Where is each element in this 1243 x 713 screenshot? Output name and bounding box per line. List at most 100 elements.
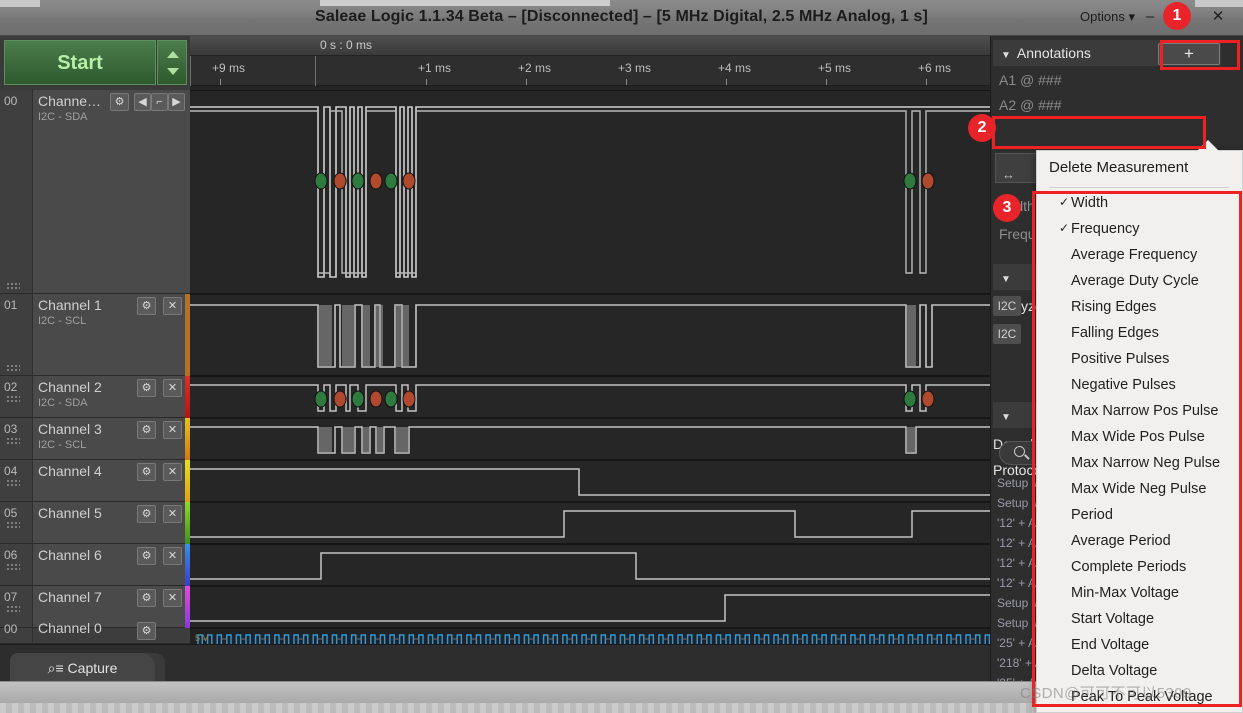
gear-icon[interactable]: ⚙ bbox=[137, 463, 156, 481]
close-icon[interactable]: ✕ bbox=[163, 505, 182, 523]
waveform-pane[interactable]: 5 V bbox=[190, 86, 990, 644]
drag-handle[interactable] bbox=[6, 437, 20, 445]
capture-tab[interactable]: ⌕≡ Capture bbox=[10, 653, 155, 683]
measurement-dropdown-menu[interactable]: Delete Measurement ✓ Width ✓ Frequency Avera… bbox=[1036, 150, 1243, 713]
sidebar-item-channel-00[interactable]: 00 Channe… I2C - SDA ⚙ ◀ ⌐ ▶ bbox=[0, 90, 190, 294]
stepper-up-icon[interactable] bbox=[167, 51, 179, 58]
dropdown-menu-item[interactable]: Falling Edges bbox=[1071, 325, 1159, 341]
chevron-down-icon[interactable]: ▼ bbox=[1001, 267, 1011, 293]
waveform-row-channel-00[interactable] bbox=[190, 90, 990, 294]
dropdown-header[interactable]: Delete Measurement bbox=[1049, 159, 1188, 176]
waveform-row-channel-02[interactable] bbox=[190, 376, 990, 418]
sidebar-item-channel-05[interactable]: 05 Channel 5 ⚙ ✕ bbox=[0, 502, 190, 544]
close-icon[interactable]: ✕ bbox=[163, 379, 182, 397]
close-button[interactable]: ✕ bbox=[1204, 4, 1232, 30]
drag-handle[interactable] bbox=[6, 521, 20, 529]
drag-handle[interactable] bbox=[6, 395, 20, 403]
annotations-section-header[interactable]: ▼ Annotations + bbox=[993, 40, 1221, 66]
drag-handle[interactable] bbox=[6, 479, 20, 487]
dropdown-menu-item[interactable]: Delta Voltage bbox=[1071, 663, 1157, 679]
dropdown-menu-item[interactable]: Positive Pulses bbox=[1071, 351, 1169, 367]
analyzers-section-header[interactable]: ▼Analyzers bbox=[993, 264, 1054, 314]
gear-icon[interactable]: ⚙ bbox=[137, 505, 156, 523]
simulation-stepper[interactable] bbox=[157, 40, 187, 85]
gear-icon[interactable]: ⚙ bbox=[110, 93, 129, 111]
check-icon: ✓ bbox=[1059, 221, 1070, 235]
waveform-row-channel-03[interactable] bbox=[190, 418, 990, 460]
waveform-row-channel-06[interactable] bbox=[190, 544, 990, 586]
gear-icon[interactable]: ⚙ bbox=[137, 297, 156, 315]
dropdown-menu-item[interactable]: Max Narrow Neg Pulse bbox=[1071, 455, 1220, 471]
channel-index: 01 bbox=[4, 298, 18, 312]
analyzer-tag[interactable]: I2C bbox=[993, 296, 1021, 316]
gear-icon[interactable]: ⚙ bbox=[137, 379, 156, 397]
dropdown-menu-item[interactable]: Complete Periods bbox=[1071, 559, 1186, 575]
dropdown-menu-item[interactable]: Max Wide Neg Pulse bbox=[1071, 481, 1206, 497]
close-icon[interactable]: ✕ bbox=[163, 589, 182, 607]
gear-icon[interactable]: ⚙ bbox=[137, 589, 156, 607]
dropdown-menu-item[interactable]: Average Frequency bbox=[1071, 247, 1197, 263]
next-edge-icon[interactable]: ▶ bbox=[168, 93, 185, 111]
channel-index: 00 bbox=[4, 622, 18, 636]
channel-index: 05 bbox=[4, 506, 18, 520]
sidebar-item-channel-03[interactable]: 03 Channel 3 I2C - SCL ⚙ ✕ bbox=[0, 418, 190, 460]
waveform-row-channel-04[interactable] bbox=[190, 460, 990, 502]
dropdown-menu-item[interactable]: Max Wide Pos Pulse bbox=[1071, 429, 1205, 445]
chevron-down-icon[interactable]: ▼ bbox=[1001, 405, 1011, 431]
analyzer-tag[interactable]: I2C bbox=[993, 324, 1021, 344]
dropdown-menu-item[interactable]: Start Voltage bbox=[1071, 611, 1154, 627]
drag-handle[interactable] bbox=[6, 563, 20, 571]
dropdown-menu-item[interactable]: Average Period bbox=[1071, 533, 1171, 549]
channel-index: 00 bbox=[4, 94, 18, 108]
waveform-row-channel-07[interactable] bbox=[190, 586, 990, 628]
dropdown-menu-item[interactable]: Negative Pulses bbox=[1071, 377, 1176, 393]
drag-handle[interactable] bbox=[6, 605, 20, 613]
stepper-down-icon[interactable] bbox=[167, 68, 179, 75]
options-menu-button[interactable]: Options ▾ bbox=[1080, 8, 1135, 26]
timeline-tick-label: +4 ms bbox=[718, 61, 752, 75]
waveform-trace-analog00: 5 V bbox=[195, 633, 990, 644]
sidebar-item-channel-06[interactable]: 06 Channel 6 ⚙ ✕ bbox=[0, 544, 190, 586]
search-icon bbox=[1014, 446, 1025, 457]
gear-icon[interactable]: ⚙ bbox=[137, 421, 156, 439]
close-icon[interactable]: ✕ bbox=[163, 463, 182, 481]
prev-edge-icon[interactable]: ◀ bbox=[134, 93, 151, 111]
channel-name: Channel 3 bbox=[38, 421, 102, 437]
add-annotation-button[interactable]: + bbox=[1158, 43, 1220, 65]
chevron-down-icon[interactable]: ▼ bbox=[1001, 43, 1011, 69]
sidebar-item-channel-02[interactable]: 02 Channel 2 I2C - SDA ⚙ ✕ bbox=[0, 376, 190, 418]
close-icon[interactable]: ✕ bbox=[163, 297, 182, 315]
dropdown-menu-item[interactable]: End Voltage bbox=[1071, 637, 1149, 653]
channel-index: 02 bbox=[4, 380, 18, 394]
callout-marker-3: 3 bbox=[993, 194, 1021, 222]
waveform-row-analog-00[interactable]: 5 V bbox=[190, 628, 990, 644]
dropdown-menu-item[interactable]: Frequency bbox=[1071, 221, 1140, 237]
sidebar-item-channel-04[interactable]: 04 Channel 4 ⚙ ✕ bbox=[0, 460, 190, 502]
waveform-row-channel-01[interactable] bbox=[190, 294, 990, 376]
timeline-tick-label: +1 ms bbox=[418, 61, 452, 75]
dropdown-menu-item[interactable]: Period bbox=[1071, 507, 1113, 523]
minimize-button[interactable]: ‒ bbox=[1136, 4, 1164, 30]
drag-handle[interactable] bbox=[6, 364, 20, 372]
channel-name: Channel 0 bbox=[38, 620, 102, 636]
trigger-icon[interactable]: ⌐ bbox=[151, 93, 168, 111]
dropdown-menu-item[interactable]: Average Duty Cycle bbox=[1071, 273, 1199, 289]
sidebar-item-analog-channel-00[interactable]: 00 Channel 0 ⚙ bbox=[0, 620, 190, 644]
dropdown-menu-item[interactable]: Rising Edges bbox=[1071, 299, 1156, 315]
start-simulation-button[interactable]: Start Simulation bbox=[4, 40, 156, 119]
waveform-row-channel-05[interactable] bbox=[190, 502, 990, 544]
close-icon[interactable]: ✕ bbox=[163, 547, 182, 565]
timeline-tick-label: +3 ms bbox=[618, 61, 652, 75]
dropdown-menu-item[interactable]: Width bbox=[1071, 195, 1108, 211]
dropdown-menu-item[interactable]: Max Narrow Pos Pulse bbox=[1071, 403, 1218, 419]
drag-handle[interactable] bbox=[6, 282, 20, 290]
timeline-ruler[interactable]: +9 ms +1 ms +2 ms +3 ms +4 ms +5 ms +6 m… bbox=[190, 56, 990, 86]
close-icon[interactable]: ✕ bbox=[163, 421, 182, 439]
timeline-tick-label: +9 ms bbox=[212, 61, 246, 75]
decoded-section-header[interactable]: ▼Decoded Protocols bbox=[993, 402, 1051, 478]
gear-icon[interactable]: ⚙ bbox=[137, 622, 156, 640]
gear-icon[interactable]: ⚙ bbox=[137, 547, 156, 565]
timeline-header[interactable]: 0 s : 0 ms bbox=[190, 36, 990, 56]
dropdown-menu-item[interactable]: Min-Max Voltage bbox=[1071, 585, 1179, 601]
sidebar-item-channel-01[interactable]: 01 Channel 1 I2C - SCL ⚙ ✕ bbox=[0, 294, 190, 376]
